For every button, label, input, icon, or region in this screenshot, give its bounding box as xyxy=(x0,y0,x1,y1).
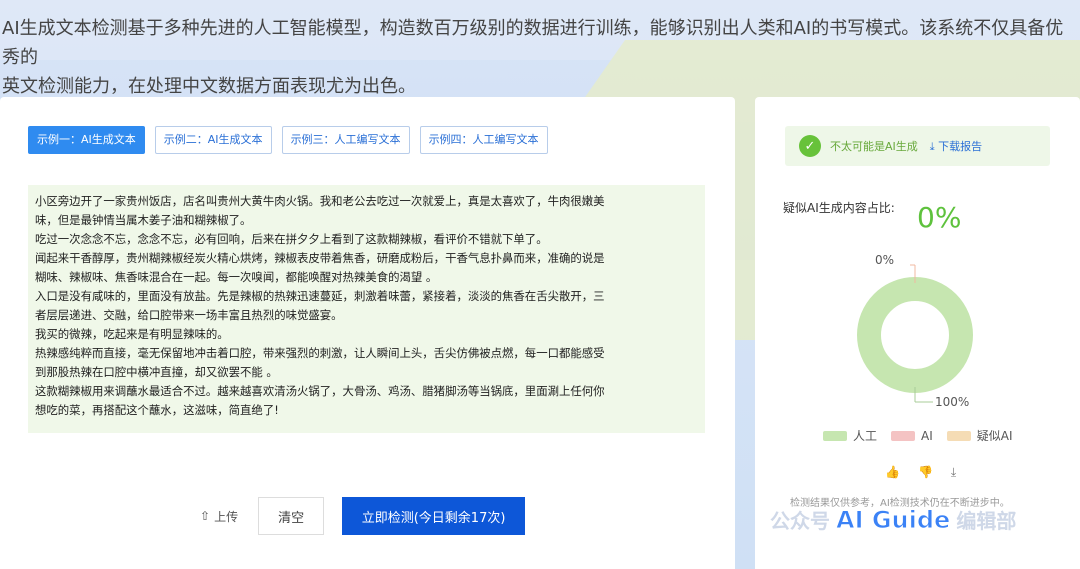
watermark-left: 公众号 xyxy=(770,509,830,533)
donut-svg: 0% 100% xyxy=(857,253,973,409)
download-report-link[interactable]: ⤓ 下载报告 xyxy=(930,138,982,154)
legend-swatch-suspect xyxy=(946,430,971,441)
text-line: 这款糊辣椒用来调蘸水最适合不过。越来越喜欢清汤火锅了，大骨汤、鸡汤、腊猪脚汤等当… xyxy=(35,384,605,398)
check-icon: ✓ xyxy=(799,135,821,157)
donut-human-segment xyxy=(857,277,973,393)
chart-legend: 人工 AI 疑似AI xyxy=(823,427,1013,444)
watermark: 公众号 AI Guide 编辑部 xyxy=(770,505,1016,534)
ratio-value: 0% xyxy=(917,201,962,234)
result-panel: ✓ 不太可能是AI生成 ⤓ 下载报告 疑似AI生成内容占比: 0% 0% 100… xyxy=(755,97,1080,569)
download-small-icon[interactable]: ⤓ xyxy=(951,465,956,480)
text-line: 吃过一次念念不忘，念念不忘，必有回响，后来在拼夕夕上看到了这款糊辣椒，看评价不错… xyxy=(35,232,548,246)
intro-text: AI生成文本检测基于多种先进的人工智能模型，构造数百万级别的数据进行训练，能够识… xyxy=(0,14,1080,101)
clear-button[interactable]: 清空 xyxy=(258,497,325,535)
example-tabs: 示例一：AI生成文本 示例二：AI生成文本 示例三：人工编写文本 示例四：人工编… xyxy=(28,126,548,154)
legend-suspect-ai[interactable]: 疑似AI xyxy=(946,427,1013,444)
ratio-label: 疑似AI生成内容占比: xyxy=(783,201,895,215)
tab-example-3[interactable]: 示例三：人工编写文本 xyxy=(281,126,410,154)
thumbs-up-icon[interactable]: 👍 xyxy=(885,465,900,480)
text-line: 入口是没有咸味的，里面没有放盐。先是辣椒的热辣迅速蔓延，刺激着味蕾，紧接着，淡淡… xyxy=(35,289,605,303)
legend-human[interactable]: 人工 xyxy=(823,427,877,444)
tab-example-4[interactable]: 示例四：人工编写文本 xyxy=(419,126,548,154)
upload-icon: ⇧ xyxy=(200,509,211,523)
action-bar: ⇧ 上传 清空 立即检测(今日剩余17次) xyxy=(200,497,526,535)
watermark-right: 编辑部 xyxy=(956,509,1017,533)
watermark-guide: AI Guide xyxy=(835,505,951,534)
thumbs-down-icon[interactable]: 👎 xyxy=(918,465,933,480)
verdict-text: 不太可能是AI生成 xyxy=(830,140,918,153)
tab-example-1[interactable]: 示例一：AI生成文本 xyxy=(28,126,145,154)
result-banner: ✓ 不太可能是AI生成 ⤓ 下载报告 xyxy=(785,126,1050,166)
text-line: 味，但是最钟情当属木姜子油和糊辣椒了。 xyxy=(35,213,252,227)
text-line: 闻起来干香醇厚，贵州糊辣椒经炭火精心烘烤，辣椒表皮带着焦香，研磨成粉后，干香气息… xyxy=(35,251,605,265)
text-input-area[interactable]: 小区旁边开了一家贵州饭店，店名叫贵州大黄牛肉火锅。我和老公去吃过一次就爱上，真是… xyxy=(28,185,705,433)
upload-button[interactable]: ⇧ 上传 xyxy=(200,508,238,525)
donut-bottom-label: 100% xyxy=(935,395,969,409)
text-line: 糊味、辣椒味、焦香味混合在一起。每一次嗅闻，都能唤醒对热辣美食的渴望 。 xyxy=(35,270,438,284)
legend-swatch-ai xyxy=(891,430,916,441)
detect-button[interactable]: 立即检测(今日剩余17次) xyxy=(342,497,526,535)
text-line: 热辣感纯粹而直接，毫无保留地冲击着口腔，带来强烈的刺激，让人瞬间上头，舌尖仿佛被… xyxy=(35,346,605,360)
download-icon: ⤓ xyxy=(929,140,939,153)
legend-swatch-human xyxy=(823,430,847,441)
text-line: 者层层递进、交融，给口腔带来一场丰富且热烈的味觉盛宴。 xyxy=(35,308,343,322)
legend-label-ai: AI xyxy=(921,428,933,443)
donut-chart: 0% 100% xyxy=(855,252,1045,417)
legend-label-human: 人工 xyxy=(853,429,878,443)
text-line: 我买的微辣，吃起来是有明显辣味的。 xyxy=(35,327,229,341)
tab-example-2[interactable]: 示例二：AI生成文本 xyxy=(154,126,272,154)
donut-top-label: 0% xyxy=(875,253,894,267)
input-panel: 示例一：AI生成文本 示例二：AI生成文本 示例三：人工编写文本 示例四：人工编… xyxy=(0,97,735,569)
text-line: 想吃的菜，再搭配这个蘸水，这滋味，简直绝了! xyxy=(35,403,279,417)
legend-label-suspect: 疑似AI xyxy=(976,429,1013,443)
text-line: 小区旁边开了一家贵州饭店，店名叫贵州大黄牛肉火锅。我和老公去吃过一次就爱上，真是… xyxy=(35,194,605,208)
legend-ai[interactable]: AI xyxy=(891,429,933,443)
text-line: 到那股热辣在口腔中横冲直撞，却又欲罢不能 。 xyxy=(35,365,278,379)
feedback-bar: 👍 👎 ⤓ xyxy=(885,465,956,480)
intro-line-1: AI生成文本检测基于多种先进的人工智能模型，构造数百万级别的数据进行训练，能够识… xyxy=(2,18,1064,68)
upload-label: 上传 xyxy=(214,509,239,524)
download-label: 下载报告 xyxy=(938,140,983,153)
